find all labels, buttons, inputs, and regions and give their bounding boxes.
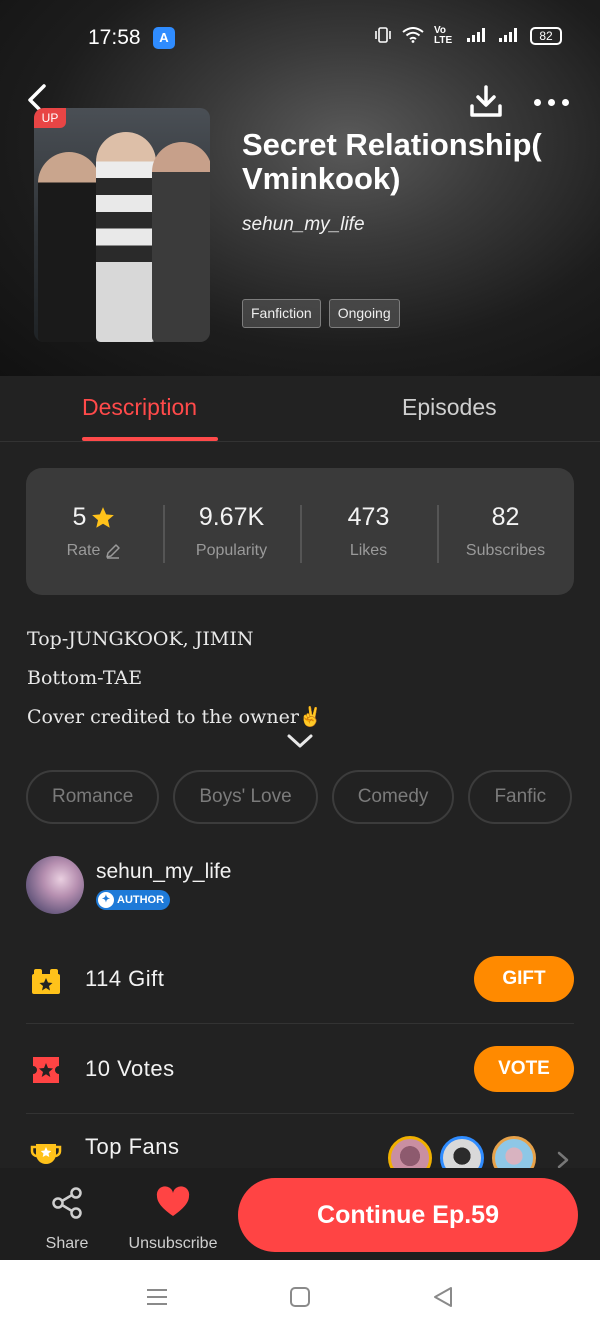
battery-indicator: 82 <box>530 27 562 45</box>
description-text: Top-JUNGKOOK, JIMIN Bottom-TAE Cover cre… <box>27 626 567 743</box>
vote-row: 10 Votes VOTE <box>26 1024 574 1114</box>
download-icon <box>470 85 502 117</box>
status-time: 17:58 <box>88 26 141 49</box>
gift-row: 114 Gift GIFT <box>26 934 574 1024</box>
likes-value: 473 <box>347 503 390 531</box>
vote-ticket-icon <box>33 1057 59 1083</box>
book-title: Secret Relationship( Vminkook) <box>242 127 542 196</box>
stat-likes: 473 Likes <box>300 503 437 563</box>
pencil-icon <box>106 544 121 559</box>
book-tags: Fanfiction Ongoing <box>242 299 400 328</box>
description-line: Bottom-TAE <box>27 667 143 689</box>
unsubscribe-button[interactable]: Unsubscribe <box>124 1186 222 1253</box>
tab-bar: Description Episodes <box>0 376 600 442</box>
top-fans-row[interactable]: Top Fans <box>26 1114 574 1180</box>
chevron-down-icon <box>287 734 313 748</box>
author-profile-row[interactable]: sehun_my_life ✦ AUTHOR <box>26 856 574 916</box>
genre-chip-boys-love[interactable]: Boys' Love <box>173 770 318 824</box>
download-button[interactable] <box>468 84 504 120</box>
stats-card: 5 Rate 9.67K Popularity 473 Likes 82 Sub… <box>26 468 574 595</box>
app-screen: 17:58 A Vo LTE 82 UP Secret Relationship… <box>0 0 600 1260</box>
heart-icon <box>156 1186 190 1216</box>
rate-label: Rate <box>66 542 101 559</box>
gift-icon <box>32 969 60 994</box>
network-type: Vo LTE <box>434 25 453 46</box>
chevron-right-icon <box>557 1151 569 1169</box>
bottom-action-bar: Share Unsubscribe Continue Ep.59 <box>0 1168 600 1260</box>
wifi-icon <box>402 26 424 46</box>
popularity-value: 9.67K <box>198 503 265 531</box>
author-name[interactable]: sehun_my_life <box>96 860 231 884</box>
unsubscribe-label: Unsubscribe <box>128 1235 218 1252</box>
genre-chip-romance[interactable]: Romance <box>26 770 160 824</box>
share-label: Share <box>45 1235 89 1252</box>
vote-count: 10 Votes <box>85 1056 175 1081</box>
stat-rate[interactable]: 5 Rate <box>26 503 163 560</box>
recent-apps-icon[interactable] <box>144 1284 170 1310</box>
genre-chip-fanfic[interactable]: Fanfic <box>468 770 573 824</box>
genre-chip-comedy[interactable]: Comedy <box>331 770 455 824</box>
status-indicators: Vo LTE 82 <box>374 26 562 46</box>
author-badge-label: AUTHOR <box>117 894 165 906</box>
system-navigation-bar <box>0 1260 600 1333</box>
back-nav-icon[interactable] <box>430 1284 456 1310</box>
vibrate-icon <box>374 26 392 46</box>
top-fans-label: Top Fans <box>85 1134 180 1159</box>
expand-description-button[interactable] <box>286 732 314 750</box>
tab-episodes[interactable]: Episodes <box>402 394 497 421</box>
signal-icon-2 <box>498 27 520 46</box>
genre-chips: Romance Boys' Love Comedy Fanfic <box>26 770 573 824</box>
book-header: 17:58 A Vo LTE 82 UP Secret Relationship… <box>0 0 600 376</box>
author-badge-icon: ✦ <box>98 892 114 908</box>
status-bar: 17:58 A Vo LTE 82 <box>0 0 600 78</box>
tag-fanfiction: Fanfiction <box>242 299 321 328</box>
share-button[interactable]: Share <box>40 1186 94 1253</box>
stat-subscribes: 82 Subscribes <box>437 503 574 563</box>
home-icon[interactable] <box>287 1284 313 1310</box>
author-badge: ✦ AUTHOR <box>96 890 171 910</box>
more-options-button[interactable] <box>534 92 572 112</box>
tag-ongoing: Ongoing <box>328 299 400 328</box>
subscribes-label: Subscribes <box>465 542 546 559</box>
description-line: Top-JUNGKOOK, JIMIN <box>27 628 254 650</box>
continue-reading-button[interactable]: Continue Ep.59 <box>238 1178 578 1252</box>
book-author[interactable]: sehun_my_life <box>242 214 365 236</box>
signal-icon <box>466 27 488 46</box>
notification-icon: A <box>153 27 175 49</box>
book-cover: UP <box>34 108 210 342</box>
likes-label: Likes <box>349 542 388 559</box>
share-icon <box>52 1187 82 1219</box>
popularity-label: Popularity <box>195 542 268 559</box>
stat-popularity: 9.67K Popularity <box>163 503 300 563</box>
more-icon <box>534 98 541 106</box>
update-badge: UP <box>34 108 66 128</box>
avatar[interactable] <box>26 856 84 914</box>
star-icon <box>92 506 115 528</box>
tab-description[interactable]: Description <box>82 394 197 421</box>
subscribes-value: 82 <box>491 503 520 531</box>
gift-count: 114 Gift <box>85 966 165 991</box>
rate-value: 5 <box>72 503 87 531</box>
tab-indicator <box>82 437 218 441</box>
gift-button[interactable]: GIFT <box>474 956 574 1002</box>
vote-button[interactable]: VOTE <box>474 1046 574 1092</box>
